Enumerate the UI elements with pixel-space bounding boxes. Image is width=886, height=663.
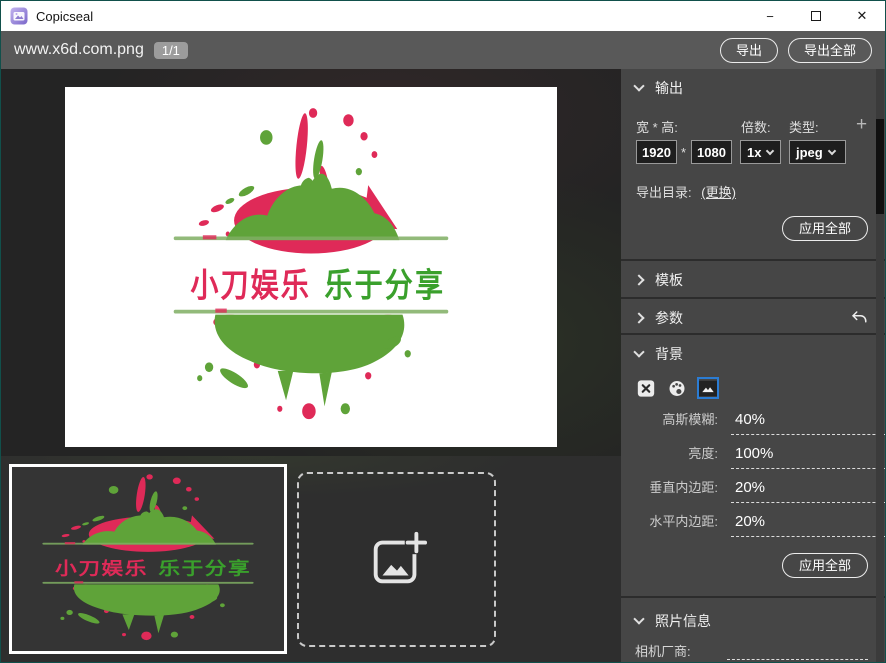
section-background: 背景 [621,335,885,598]
image-canvas [65,87,557,447]
output-inputs-row: * 1x jpeg [621,140,885,164]
header-bar: www.x6d.com.png 1/1 导出 导出全部 [1,31,885,69]
page-count-badge: 1/1 [154,42,188,59]
chevron-down-icon [633,613,644,624]
main-area [1,69,621,662]
gaussian-blur-input[interactable] [731,409,886,435]
section-template-header[interactable]: 模板 [621,261,885,298]
minimize-icon[interactable]: − [747,1,793,31]
export-dir-row: 导出目录: (更换) [636,182,736,201]
vertical-padding-field: 垂直内边距: [621,477,868,503]
window-title: Copicseal [36,9,93,24]
close-icon[interactable]: ✕ [839,1,885,31]
chevron-right-icon [633,312,644,323]
thumbnail-logo-image [28,471,268,647]
section-photo-info-title: 照片信息 [655,611,711,631]
no-background-icon [637,378,655,399]
image-background-icon [699,379,717,398]
section-params-title: 参数 [655,308,683,328]
background-type-buttons [635,377,719,399]
sidebar-scrollbar[interactable] [876,69,884,662]
add-image-icon [366,529,428,591]
vertical-padding-label: 垂直内边距: [621,477,718,503]
current-filename: www.x6d.com.png [14,41,144,59]
bg-color-button[interactable] [666,377,688,399]
section-template: 模板 [621,261,885,299]
bg-image-button[interactable] [697,377,719,399]
section-photo-info: 照片信息 相机厂商: [621,598,885,663]
type-select[interactable]: jpeg [789,140,846,164]
times-separator: * [681,145,686,160]
chevron-right-icon [633,274,644,285]
section-output: 输出 宽 * 高: 倍数: 类型: + * 1x jpeg [621,69,885,261]
gaussian-blur-label: 高斯模糊: [621,409,718,435]
horizontal-padding-label: 水平内边距: [621,511,718,537]
multiplier-select[interactable]: 1x [740,140,781,164]
undo-icon[interactable] [847,306,871,330]
camera-maker-label: 相机厂商: [635,641,691,660]
section-output-header[interactable]: 输出 [621,69,885,106]
brightness-input[interactable] [731,443,886,469]
thumbnail-selected[interactable] [9,464,287,654]
app-logo-icon [10,7,28,25]
add-image-dropzone[interactable] [297,472,496,647]
filmstrip [1,456,621,663]
scrollbar-thumb[interactable] [876,119,884,214]
horizontal-padding-field: 水平内边距: [621,511,868,537]
section-template-title: 模板 [655,270,683,290]
chevron-down-icon [633,346,644,357]
preview-area [1,69,621,456]
type-label: 类型: [789,117,819,136]
title-bar: Copicseal − ✕ [1,1,885,31]
vertical-padding-input[interactable] [731,477,886,503]
width-height-label: 宽 * 高: [636,117,678,136]
export-all-button[interactable]: 导出全部 [788,38,872,63]
brightness-label: 亮度: [621,443,718,469]
section-params-header[interactable]: 参数 [621,299,885,336]
preview-logo-image [155,102,467,432]
chevron-down-icon [766,146,774,154]
horizontal-padding-input[interactable] [731,511,886,537]
change-dir-link[interactable]: (更换) [701,185,736,200]
type-value: jpeg [796,145,823,160]
section-background-title: 背景 [655,344,683,364]
height-input[interactable] [691,140,732,164]
export-button[interactable]: 导出 [720,38,778,63]
chevron-down-icon [827,146,835,154]
apply-all-background-button[interactable]: 应用全部 [782,553,868,578]
camera-maker-input[interactable] [727,634,868,660]
brightness-field: 亮度: [621,443,868,469]
section-photo-info-header[interactable]: 照片信息 [621,598,885,635]
window-controls: − ✕ [747,1,885,31]
export-dir-label: 导出目录: [636,185,692,200]
section-background-header[interactable]: 背景 [621,335,885,372]
app-window: Copicseal − ✕ www.x6d.com.png 1/1 导出 导出全… [0,0,886,663]
apply-all-output-button[interactable]: 应用全部 [782,216,868,241]
section-params: 参数 [621,299,885,335]
multiplier-value: 1x [747,145,761,160]
settings-sidebar: 输出 宽 * 高: 倍数: 类型: + * 1x jpeg [621,69,885,662]
add-output-icon[interactable]: + [856,114,867,136]
maximize-icon[interactable] [793,1,839,31]
maximize-box [811,11,821,21]
gaussian-blur-field: 高斯模糊: [621,409,868,435]
palette-icon [668,378,686,399]
multiplier-label: 倍数: [741,117,771,136]
bg-none-button[interactable] [635,377,657,399]
section-output-title: 输出 [655,78,683,98]
width-input[interactable] [636,140,677,164]
chevron-down-icon [633,80,644,91]
